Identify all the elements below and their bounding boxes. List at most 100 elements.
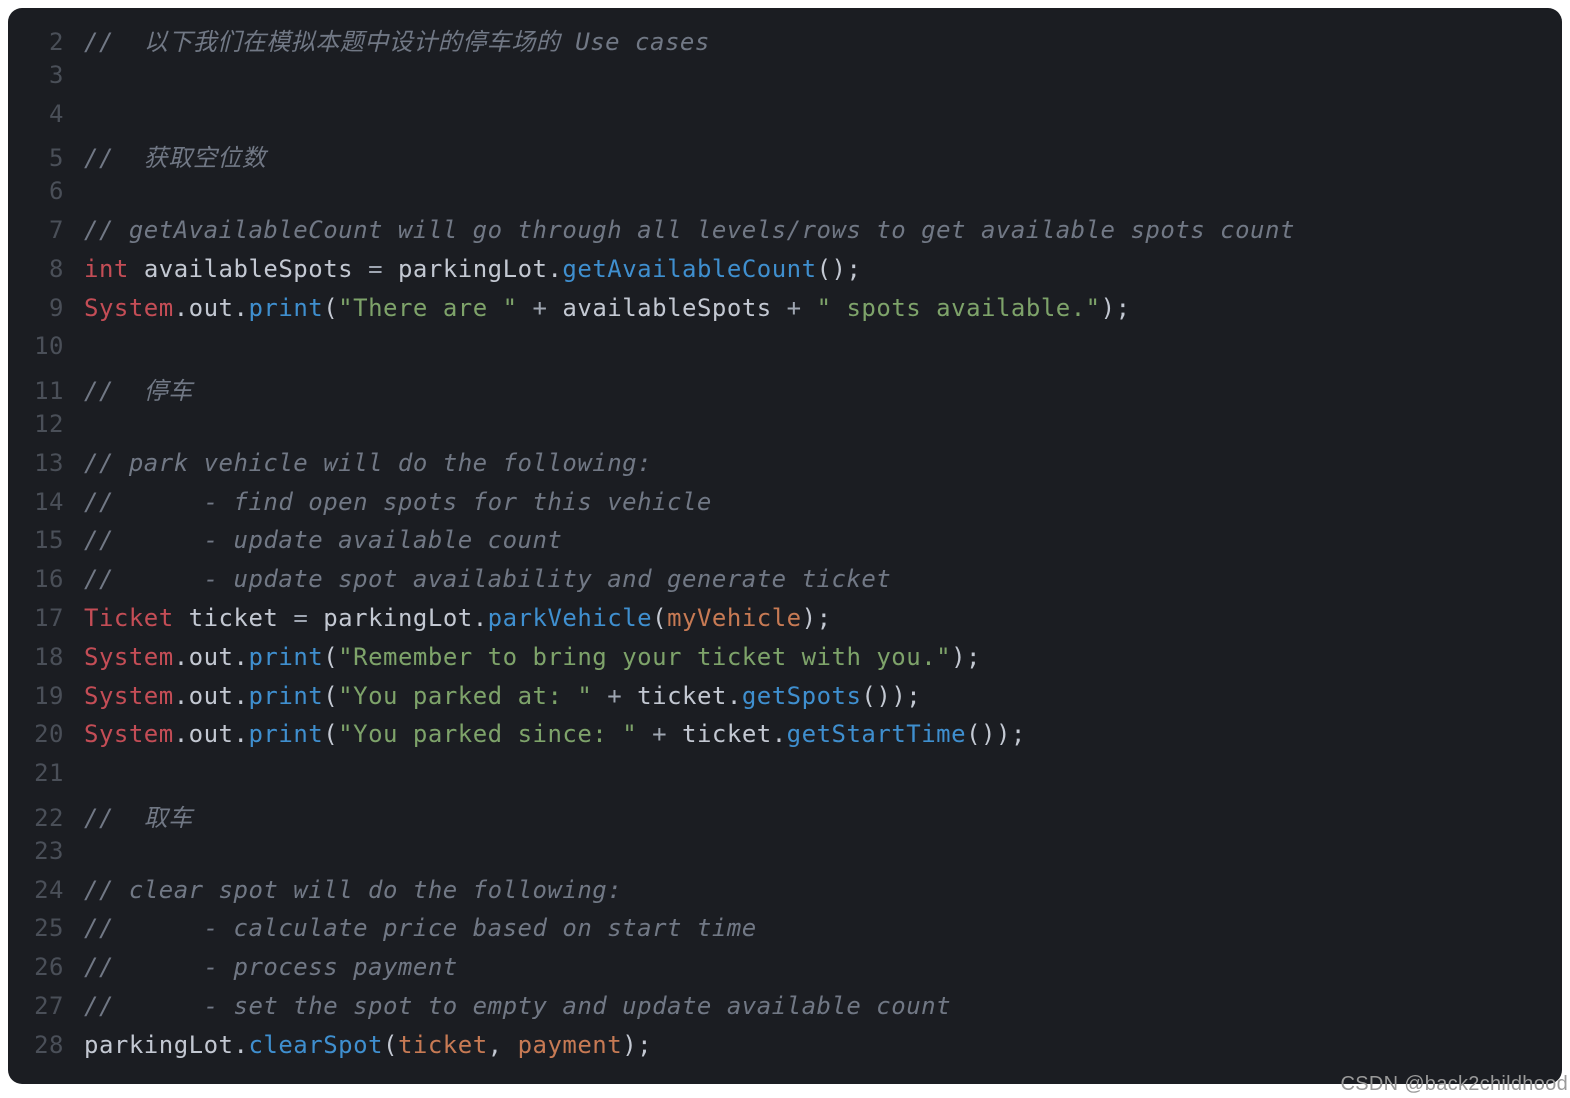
code-token: );: [1101, 294, 1131, 322]
code-token: ticket: [398, 1031, 488, 1059]
code-token: out: [189, 643, 234, 671]
code-line: 8int availableSpots = parkingLot.getAvai…: [8, 255, 1562, 294]
code-token: ticket: [682, 720, 772, 748]
code-token: =: [293, 604, 308, 632]
code-token: .: [234, 682, 249, 710]
code-token: "Remember to bring your ticket with you.…: [338, 643, 951, 671]
line-number: 21: [8, 759, 84, 787]
code-token: ());: [966, 720, 1026, 748]
code-token: // 停车: [84, 377, 193, 405]
code-token: // 取车: [84, 804, 193, 832]
code-token: [353, 255, 368, 283]
line-number: 27: [8, 992, 84, 1020]
code-token: Ticket: [84, 604, 174, 632]
line-number: 7: [8, 216, 84, 244]
code-token: .: [547, 255, 562, 283]
code-token: (: [323, 682, 338, 710]
code-line: 27// - set the spot to empty and update …: [8, 992, 1562, 1031]
code-token: .: [234, 643, 249, 671]
line-number: 14: [8, 488, 84, 516]
code-token: availableSpots: [144, 255, 353, 283]
code-token: .: [234, 720, 249, 748]
line-number: 15: [8, 526, 84, 554]
code-token: [308, 604, 323, 632]
code-token: System: [84, 720, 174, 748]
page: 2// 以下我们在模拟本题中设计的停车场的 Use cases345// 获取空…: [0, 0, 1570, 1098]
line-number: 8: [8, 255, 84, 283]
code-token: ticket: [189, 604, 279, 632]
code-token: "There are ": [338, 294, 517, 322]
line-number: 9: [8, 294, 84, 322]
code-line: 23: [8, 837, 1562, 876]
code-token: ());: [861, 682, 921, 710]
code-token: "You parked at: ": [338, 682, 592, 710]
code-token: // - update spot availability and genera…: [84, 565, 891, 593]
code-content: int availableSpots = parkingLot.getAvail…: [84, 255, 1562, 283]
code-token: print: [248, 294, 323, 322]
code-token: [802, 294, 817, 322]
code-token: .: [174, 643, 189, 671]
line-number: 2: [8, 28, 84, 56]
code-editor: 2// 以下我们在模拟本题中设计的停车场的 Use cases345// 获取空…: [8, 8, 1562, 1084]
code-token: ();: [817, 255, 862, 283]
code-token: +: [607, 682, 622, 710]
line-number: 28: [8, 1031, 84, 1059]
code-line: 14// - find open spots for this vehicle: [8, 488, 1562, 527]
code-token: // - calculate price based on start time: [84, 914, 757, 942]
code-content: // - set the spot to empty and update av…: [84, 992, 1562, 1020]
code-line: 5// 获取空位数: [8, 138, 1562, 177]
code-content: parkingLot.clearSpot(ticket, payment);: [84, 1031, 1562, 1059]
line-number: 3: [8, 61, 84, 89]
code-line: 17Ticket ticket = parkingLot.parkVehicle…: [8, 604, 1562, 643]
code-line: 11// 停车: [8, 371, 1562, 410]
code-token: // - process payment: [84, 953, 458, 981]
code-token: .: [727, 682, 742, 710]
code-line: 9System.out.print("There are " + availab…: [8, 294, 1562, 333]
code-line: 19System.out.print("You parked at: " + t…: [8, 682, 1562, 721]
code-token: );: [802, 604, 832, 632]
code-content: // - update available count: [84, 526, 1562, 554]
code-content: System.out.print("You parked since: " + …: [84, 720, 1562, 748]
code-token: +: [652, 720, 667, 748]
code-token: // - find open spots for this vehicle: [84, 488, 712, 516]
code-content: // park vehicle will do the following:: [84, 449, 1562, 477]
code-content: System.out.print("You parked at: " + tic…: [84, 682, 1562, 710]
code-token: +: [787, 294, 802, 322]
code-token: [129, 255, 144, 283]
code-token: .: [473, 604, 488, 632]
code-line: 2// 以下我们在模拟本题中设计的停车场的 Use cases: [8, 22, 1562, 61]
code-token: .: [234, 294, 249, 322]
code-token: [772, 294, 787, 322]
code-line: 12: [8, 410, 1562, 449]
code-content: // - process payment: [84, 953, 1562, 981]
code-content: // 取车: [84, 798, 1562, 833]
code-token: ticket: [637, 682, 727, 710]
watermark-text: CSDN @back2childhood: [1340, 1073, 1568, 1096]
code-token: System: [84, 643, 174, 671]
code-token: System: [84, 294, 174, 322]
code-token: "You parked since: ": [338, 720, 637, 748]
code-token: myVehicle: [667, 604, 802, 632]
code-token: [383, 255, 398, 283]
code-token: // clear spot will do the following:: [84, 876, 622, 904]
code-token: out: [189, 294, 234, 322]
code-token: ,: [488, 1031, 518, 1059]
code-token: (: [383, 1031, 398, 1059]
line-number: 5: [8, 144, 84, 172]
code-token: out: [189, 720, 234, 748]
line-number: 26: [8, 953, 84, 981]
line-number: 17: [8, 604, 84, 632]
line-number: 25: [8, 914, 84, 942]
code-token: parkingLot: [84, 1031, 234, 1059]
code-line: 7// getAvailableCount will go through al…: [8, 216, 1562, 255]
code-content: // getAvailableCount will go through all…: [84, 216, 1562, 244]
code-line: 13// park vehicle will do the following:: [8, 449, 1562, 488]
code-content: // - calculate price based on start time: [84, 914, 1562, 942]
line-number: 24: [8, 876, 84, 904]
code-line: 15// - update available count: [8, 526, 1562, 565]
code-token: .: [174, 682, 189, 710]
code-token: " spots available.": [817, 294, 1101, 322]
code-line: 24// clear spot will do the following:: [8, 876, 1562, 915]
code-line: 16// - update spot availability and gene…: [8, 565, 1562, 604]
code-token: [518, 294, 533, 322]
